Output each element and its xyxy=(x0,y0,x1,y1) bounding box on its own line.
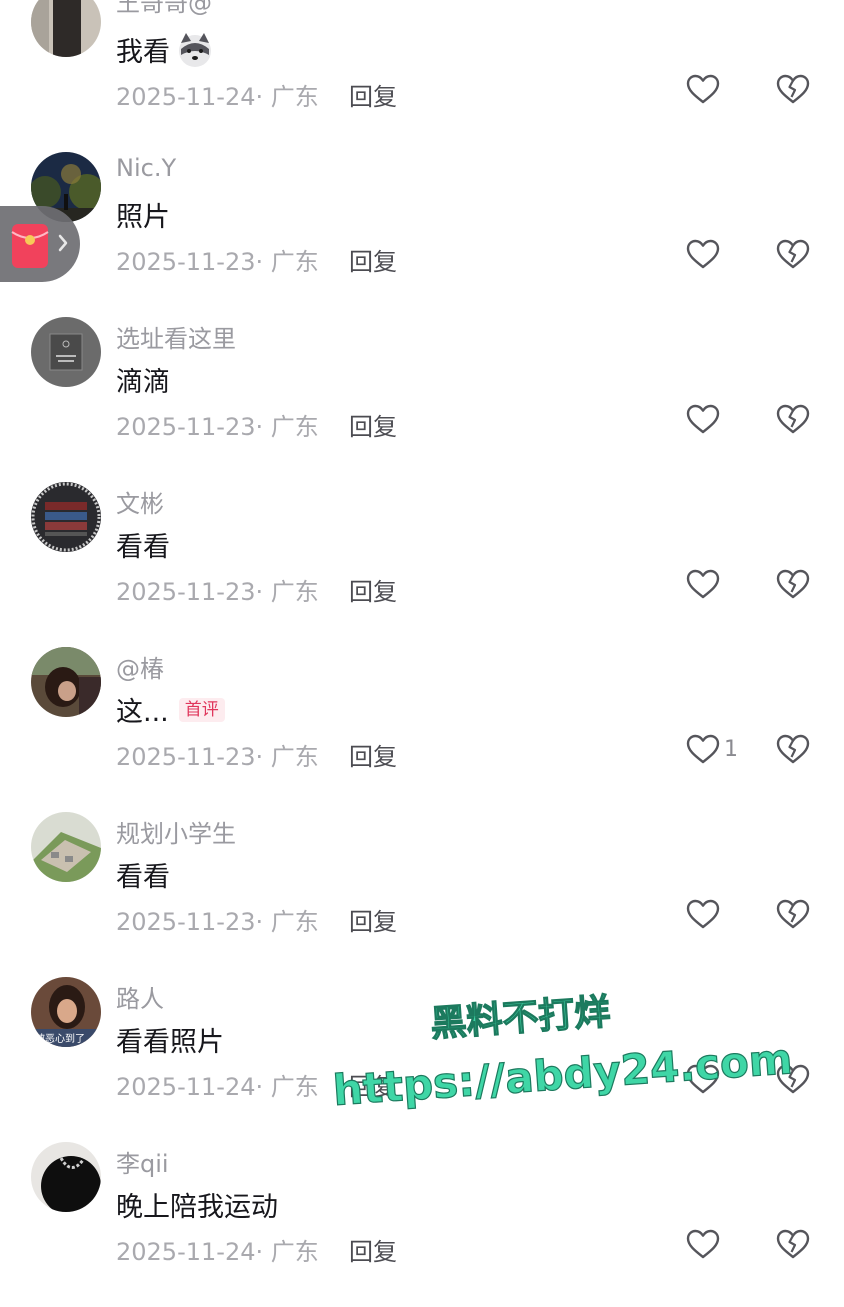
reply-button[interactable]: 回复 xyxy=(349,242,397,277)
heart-outline-icon xyxy=(686,899,720,929)
comment-username[interactable]: 王哥哥@ xyxy=(116,0,212,18)
reply-button[interactable]: 回复 xyxy=(349,407,397,442)
broken-heart-icon xyxy=(776,569,810,599)
broken-heart-icon xyxy=(776,404,810,434)
heart-outline-icon xyxy=(686,1229,720,1259)
broken-heart-icon xyxy=(776,1064,810,1094)
reply-button[interactable]: 回复 xyxy=(349,77,397,112)
comment-item: @椿 这... 首评 2025-11-23· 广东 回复 1 xyxy=(0,647,844,812)
heart-outline-icon xyxy=(686,1064,720,1094)
comment-body: 看看 xyxy=(116,532,170,563)
dislike-button[interactable] xyxy=(776,1059,814,1099)
reply-button[interactable]: 回复 xyxy=(349,572,397,607)
comment-body: 我看 xyxy=(116,37,170,68)
comment-body: 滴滴 xyxy=(116,367,170,398)
comment-username[interactable]: 李qii xyxy=(116,1144,169,1179)
comment-body: 看看照片 xyxy=(116,1027,224,1058)
comment-meta: 2025-11-24· 广东 xyxy=(116,1073,319,1101)
comment-text: 晚上陪我运动 xyxy=(116,1185,278,1224)
red-envelope-button[interactable] xyxy=(0,206,80,282)
comment-username[interactable]: 规划小学生 xyxy=(116,814,236,849)
comment-body: 看看 xyxy=(116,862,170,893)
avatar[interactable] xyxy=(31,812,101,882)
comment-meta: 2025-11-23· 广东 xyxy=(116,578,319,606)
red-envelope-icon xyxy=(11,224,68,268)
comment-username[interactable]: 路人 xyxy=(116,979,164,1014)
comment-text: 看看 xyxy=(116,855,170,894)
dislike-button[interactable] xyxy=(776,399,814,439)
comment-text: 看看照片 xyxy=(116,1020,224,1059)
heart-outline-icon xyxy=(686,404,720,434)
dislike-button[interactable] xyxy=(776,894,814,934)
husky-emoji xyxy=(176,31,214,69)
comment-meta: 2025-11-23· 广东 xyxy=(116,413,319,441)
first-comment-badge: 首评 xyxy=(178,697,225,722)
comment-meta: 2025-11-23· 广东 xyxy=(116,743,319,771)
comment-username[interactable]: 文彬 xyxy=(116,484,164,519)
comment-item: Nic.Y 照片 2025-11-23· 广东 回复 xyxy=(0,152,844,317)
like-button[interactable] xyxy=(686,1224,724,1264)
like-button[interactable]: 1 xyxy=(686,729,738,769)
like-button[interactable] xyxy=(686,564,724,604)
broken-heart-icon xyxy=(776,899,810,929)
comment-text: 滴滴 xyxy=(116,360,170,399)
comment-item: 李qii 晚上陪我运动 2025-11-24· 广东 回复 xyxy=(0,1142,844,1307)
comment-meta: 2025-11-23· 广东 xyxy=(116,248,319,276)
avatar[interactable] xyxy=(31,1142,101,1212)
comment-item: 王哥哥@ 我看 2025-11-24· 广东 回复 xyxy=(0,0,844,152)
dislike-button[interactable] xyxy=(776,564,814,604)
comment-username[interactable]: @椿 xyxy=(116,649,164,684)
dislike-button[interactable] xyxy=(776,1224,814,1264)
reply-button[interactable]: 回复 xyxy=(349,1232,397,1267)
broken-heart-icon xyxy=(776,1229,810,1259)
comment-body: 这... xyxy=(116,697,169,728)
comment-username[interactable]: 选址看这里 xyxy=(116,319,236,354)
reply-button[interactable]: 回复 xyxy=(349,737,397,772)
like-button[interactable] xyxy=(686,894,724,934)
comment-text: 看看 xyxy=(116,525,170,564)
avatar-caption: 被恶心到了 xyxy=(35,1032,85,1045)
heart-outline-icon xyxy=(686,239,720,269)
comment-item: 选址看这里 滴滴 2025-11-23· 广东 回复 xyxy=(0,317,844,482)
reply-button[interactable]: 回复 xyxy=(349,1067,397,1102)
comment-meta: 2025-11-23· 广东 xyxy=(116,908,319,936)
dislike-button[interactable] xyxy=(776,69,814,109)
avatar[interactable] xyxy=(31,482,101,552)
avatar[interactable] xyxy=(31,0,101,57)
heart-outline-icon xyxy=(686,74,720,104)
like-count: 1 xyxy=(724,736,738,762)
comment-item: 规划小学生 看看 2025-11-23· 广东 回复 xyxy=(0,812,844,977)
like-button[interactable] xyxy=(686,234,724,274)
comment-body: 晚上陪我运动 xyxy=(116,1192,278,1223)
comment-text: 照片 xyxy=(116,195,170,234)
comment-body: 照片 xyxy=(116,202,170,233)
dislike-button[interactable] xyxy=(776,729,814,769)
broken-heart-icon xyxy=(776,239,810,269)
comment-meta: 2025-11-24· 广东 xyxy=(116,83,319,111)
comment-text: 我看 xyxy=(116,30,214,69)
comment-item: 文彬 看看 2025-11-23· 广东 回复 xyxy=(0,482,844,647)
comment-item: 被恶心到了 路人 看看照片 2025-11-24· 广东 回复 xyxy=(0,977,844,1142)
avatar[interactable]: 被恶心到了 xyxy=(31,977,101,1047)
avatar[interactable] xyxy=(31,647,101,717)
comment-text: 这... 首评 xyxy=(116,690,225,729)
like-button[interactable] xyxy=(686,399,724,439)
like-button[interactable] xyxy=(686,1059,724,1099)
broken-heart-icon xyxy=(776,734,810,764)
comment-meta: 2025-11-24· 广东 xyxy=(116,1238,319,1266)
broken-heart-icon xyxy=(776,74,810,104)
heart-outline-icon xyxy=(686,734,720,764)
comment-username[interactable]: Nic.Y xyxy=(116,154,176,182)
avatar[interactable] xyxy=(31,317,101,387)
dislike-button[interactable] xyxy=(776,234,814,274)
heart-outline-icon xyxy=(686,569,720,599)
reply-button[interactable]: 回复 xyxy=(349,902,397,937)
like-button[interactable] xyxy=(686,69,724,109)
